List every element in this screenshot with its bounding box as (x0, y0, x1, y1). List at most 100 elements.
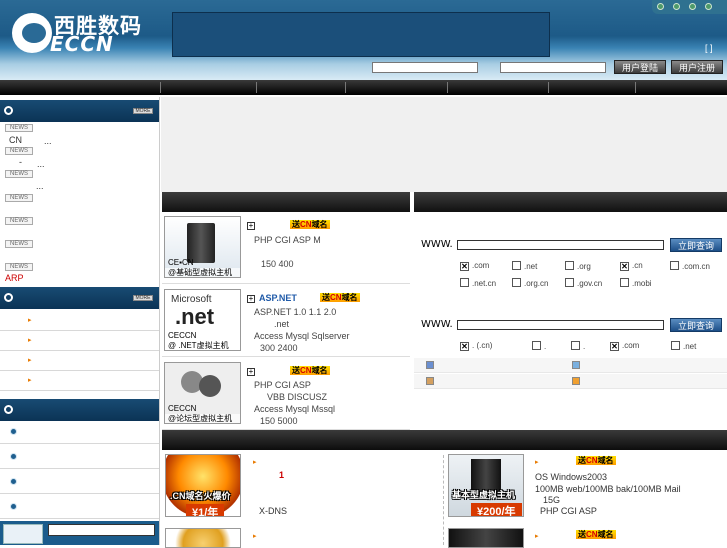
nav-separator (160, 82, 161, 93)
sidebar-link[interactable]: ▸ (0, 351, 159, 371)
hosting-item-forum[interactable]: CECCN @论坛型虚拟主机 + 送CN域名 PHP CGI ASP VBB D… (162, 358, 410, 430)
arrow-icon: ▸ (28, 377, 32, 384)
image-caption: CECCN (168, 331, 197, 340)
support-link[interactable] (0, 444, 159, 469)
promo-label: 基本型虚拟主机 (452, 490, 516, 500)
image-caption: CE▪CN (168, 258, 194, 267)
tld-checkbox[interactable]: .net (671, 341, 696, 351)
promo-price: ¥1/年 (186, 504, 225, 516)
news-item[interactable]: ... (44, 136, 52, 146)
host-feature: PHP CGI ASP M (254, 235, 321, 245)
dot-icon[interactable] (657, 3, 664, 10)
arrow-icon: ▸ (28, 357, 32, 364)
hosting-item-basic[interactable]: CE▪CN @基础型虚拟主机 + 送CN域名 PHP CGI ASP M 150… (162, 212, 410, 284)
cn-domain-search-input[interactable] (457, 320, 664, 330)
plus-icon[interactable] (426, 361, 434, 369)
promo-price: ¥200/年 (471, 503, 522, 516)
news-tag: NEWS (5, 170, 33, 178)
image-caption: CECCN (168, 404, 197, 413)
password-input[interactable] (500, 62, 606, 73)
site-logo[interactable]: 西胜数码 ECCN (12, 8, 160, 56)
hosting-section-bar (162, 192, 410, 212)
more-button[interactable]: MORE (133, 295, 153, 301)
tld-checkbox[interactable]: .net.cn (460, 278, 496, 288)
host-price: 300 2400 (260, 343, 298, 353)
tld-checkbox[interactable]: . (532, 341, 546, 351)
news-item[interactable]: ARP (5, 273, 24, 283)
login-button[interactable]: 用户登陆 (614, 60, 666, 74)
expand-icon[interactable]: + (247, 222, 255, 230)
tld-checkbox[interactable]: ✕ .com (610, 341, 639, 351)
user-icon (199, 375, 221, 397)
expand-icon[interactable]: + (247, 368, 255, 376)
news-tag: NEWS (5, 263, 33, 271)
cn-domain-query-button[interactable]: 立即查询 (670, 318, 722, 332)
tld-checkbox[interactable]: .org (565, 261, 591, 271)
domain-search-input[interactable] (457, 240, 664, 250)
host-title[interactable]: ASP.NET (259, 293, 297, 303)
tld-checkbox[interactable]: .net (512, 261, 537, 271)
sidebar-link[interactable]: ▸ (0, 311, 159, 331)
more-button[interactable]: MORE (133, 108, 153, 114)
dot-icon[interactable] (689, 3, 696, 10)
bullet-icon (10, 453, 17, 460)
tld-checkbox[interactable]: .org.cn (512, 278, 548, 288)
image-caption: @论坛型虚拟主机 (165, 414, 240, 423)
tld-checkbox[interactable]: .gov.cn (565, 278, 602, 288)
info-row (414, 374, 727, 389)
www-label: WWW. (421, 239, 453, 250)
dot-icon[interactable] (705, 3, 712, 10)
support-link[interactable] (0, 494, 159, 519)
tools-icon (3, 524, 43, 544)
dot-icon[interactable] (673, 3, 680, 10)
arrow-icon: ▸ (28, 317, 32, 324)
hosting-promo-image[interactable]: 基本型虚拟主机 ¥200/年 (448, 454, 524, 517)
tld-checkbox[interactable]: .com.cn (670, 261, 710, 271)
plus-icon[interactable] (426, 377, 434, 385)
tld-checkbox[interactable]: .mobi (620, 278, 652, 288)
register-button[interactable]: 用户注册 (671, 60, 723, 74)
left-sidebar: MORE NEWS CN ... NEWS - ... NEWS ... NEW… (0, 97, 160, 545)
sidebar-bottom-banner[interactable] (0, 521, 159, 545)
support-link[interactable] (0, 469, 159, 494)
bracket-link[interactable]: [ ] (705, 43, 713, 53)
circle-icon (4, 106, 13, 115)
tld-checkbox[interactable]: . (571, 341, 585, 351)
promo-tag: 送CN域名 (290, 366, 330, 375)
promo-tag: 送CN域名 (290, 220, 330, 229)
bullet-icon (10, 428, 17, 435)
bottom-input[interactable] (48, 524, 155, 536)
news-item[interactable]: - (19, 157, 22, 167)
hosting-item-net[interactable]: Microsoft .net CECCN @ .NET虚拟主机 + ASP.NE… (162, 285, 410, 357)
domain-section-bar (414, 192, 727, 212)
news-tag: NEWS (5, 240, 33, 248)
sidebar-link[interactable]: ▸ (0, 371, 159, 391)
promo-section-bar (162, 430, 727, 450)
bullet-icon (10, 478, 17, 485)
expand-icon[interactable]: + (247, 295, 255, 303)
news-item[interactable]: ... (36, 181, 44, 191)
plus-icon[interactable] (572, 377, 580, 385)
host-feature: ASP.NET 1.0 1.1 2.0 (254, 307, 337, 317)
top-content-area (161, 97, 727, 192)
cn-domain-promo-image[interactable]: .CN域名火爆价 ¥1/年 (165, 454, 241, 517)
news-item[interactable]: CN (9, 135, 22, 145)
sidebar-link[interactable]: ▸ (0, 331, 159, 351)
domain-query-button[interactable]: 立即查询 (670, 238, 722, 252)
news-tag: NEWS (5, 124, 33, 132)
promo-image[interactable] (165, 528, 241, 548)
tld-checkbox[interactable]: ✕ .com (460, 261, 489, 271)
promo-image[interactable] (448, 528, 524, 548)
www-label: WWW. (421, 319, 453, 330)
host-feature: Access Mysql Sqlserver (254, 331, 350, 341)
plus-icon[interactable] (572, 361, 580, 369)
tld-checkbox[interactable]: ✕. (.cn) (460, 341, 492, 351)
support-link[interactable] (0, 419, 159, 444)
tld-checkbox[interactable]: ✕ .cn (620, 261, 643, 271)
host-feature: .net (274, 319, 290, 329)
username-input[interactable] (372, 62, 478, 73)
main-nav-bar (0, 80, 727, 95)
nav-separator (345, 82, 346, 93)
news-item[interactable]: ... (37, 159, 45, 169)
host-feature: PHP CGI ASP (254, 380, 311, 390)
